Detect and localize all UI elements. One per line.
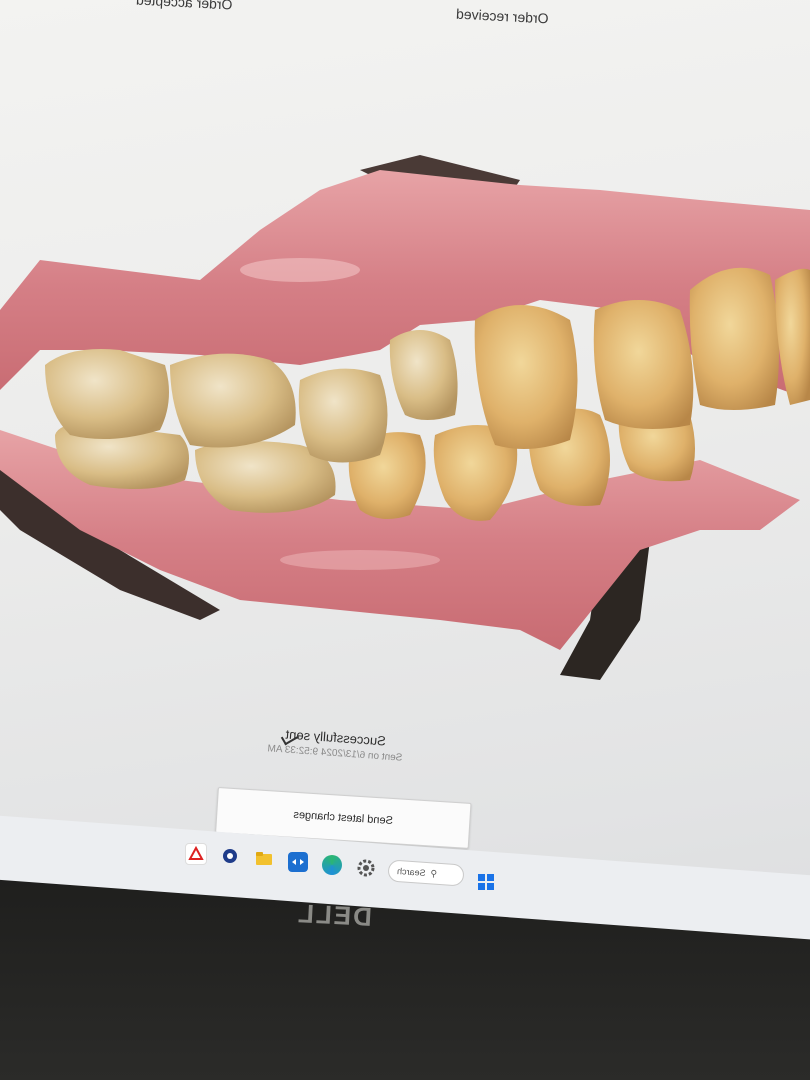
search-placeholder: Search [396, 865, 426, 878]
upper-tooth-incisor-1 [593, 300, 694, 429]
upper-tooth-3 [298, 368, 388, 463]
upper-tooth-canine [474, 305, 578, 449]
upper-tooth-incisor-2 [689, 267, 779, 410]
monitor-brand-logo: DELL [295, 898, 373, 932]
blue-gear-app-icon[interactable] [220, 846, 240, 866]
folder-icon[interactable] [254, 849, 274, 869]
windows-start-icon[interactable] [476, 872, 496, 892]
search-icon: ⚲ [430, 867, 438, 879]
intraoral-scan-3d-view[interactable] [0, 150, 810, 690]
gum-highlight [280, 550, 440, 570]
upper-tooth-2 [170, 353, 296, 448]
send-button-label: Send latest changes [293, 808, 394, 828]
edge-browser-icon[interactable] [322, 855, 342, 875]
upper-tooth-1 [45, 349, 169, 439]
red-triangle-app-icon[interactable] [185, 843, 207, 865]
prepared-tooth-abutment [389, 330, 458, 420]
settings-icon[interactable] [356, 858, 376, 878]
teamviewer-icon[interactable] [288, 852, 308, 872]
gum-highlight [240, 258, 360, 282]
